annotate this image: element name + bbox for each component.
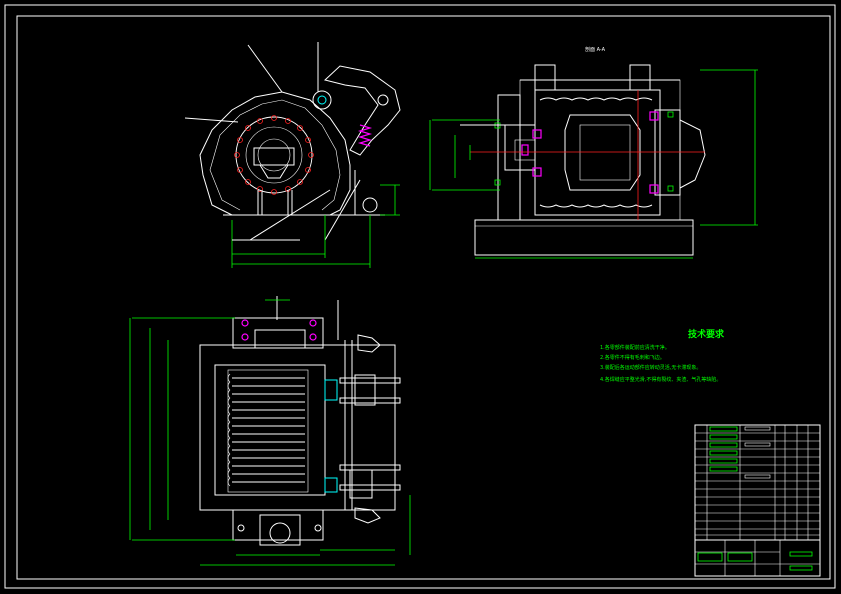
notes-line-2: 2.各零件不得有毛刺和飞边。: [600, 354, 665, 361]
front-view: [184, 42, 401, 268]
cad-drawing-canvas: 剖面 A-A 技术要求 1.各零部件装配前应清洗干净。 2.各零件不得有毛刺和飞…: [4, 4, 836, 589]
section-view: [429, 64, 758, 259]
outer-border: [4, 4, 836, 589]
notes-line-4: 4.各焊缝应平整光滑,不得有裂纹、夹渣、气孔等缺陷。: [600, 376, 721, 383]
bolt-ring: [234, 115, 314, 195]
technical-notes: 技术要求 1.各零部件装配前应清洗干净。 2.各零件不得有毛刺和飞边。 3.装配…: [600, 328, 725, 383]
section-label: 剖面 A-A: [585, 46, 606, 53]
notes-line-1: 1.各零部件装配前应清洗干净。: [600, 344, 670, 351]
rope-coils: [227, 373, 305, 487]
title-block: [694, 539, 821, 577]
top-view: [129, 296, 411, 566]
notes-line-3: 3.装配后各运动部件应转动灵活,无卡滞现象。: [600, 364, 701, 371]
parts-list-table: [694, 424, 821, 541]
inner-border: [16, 15, 831, 580]
notes-title: 技术要求: [688, 328, 725, 340]
